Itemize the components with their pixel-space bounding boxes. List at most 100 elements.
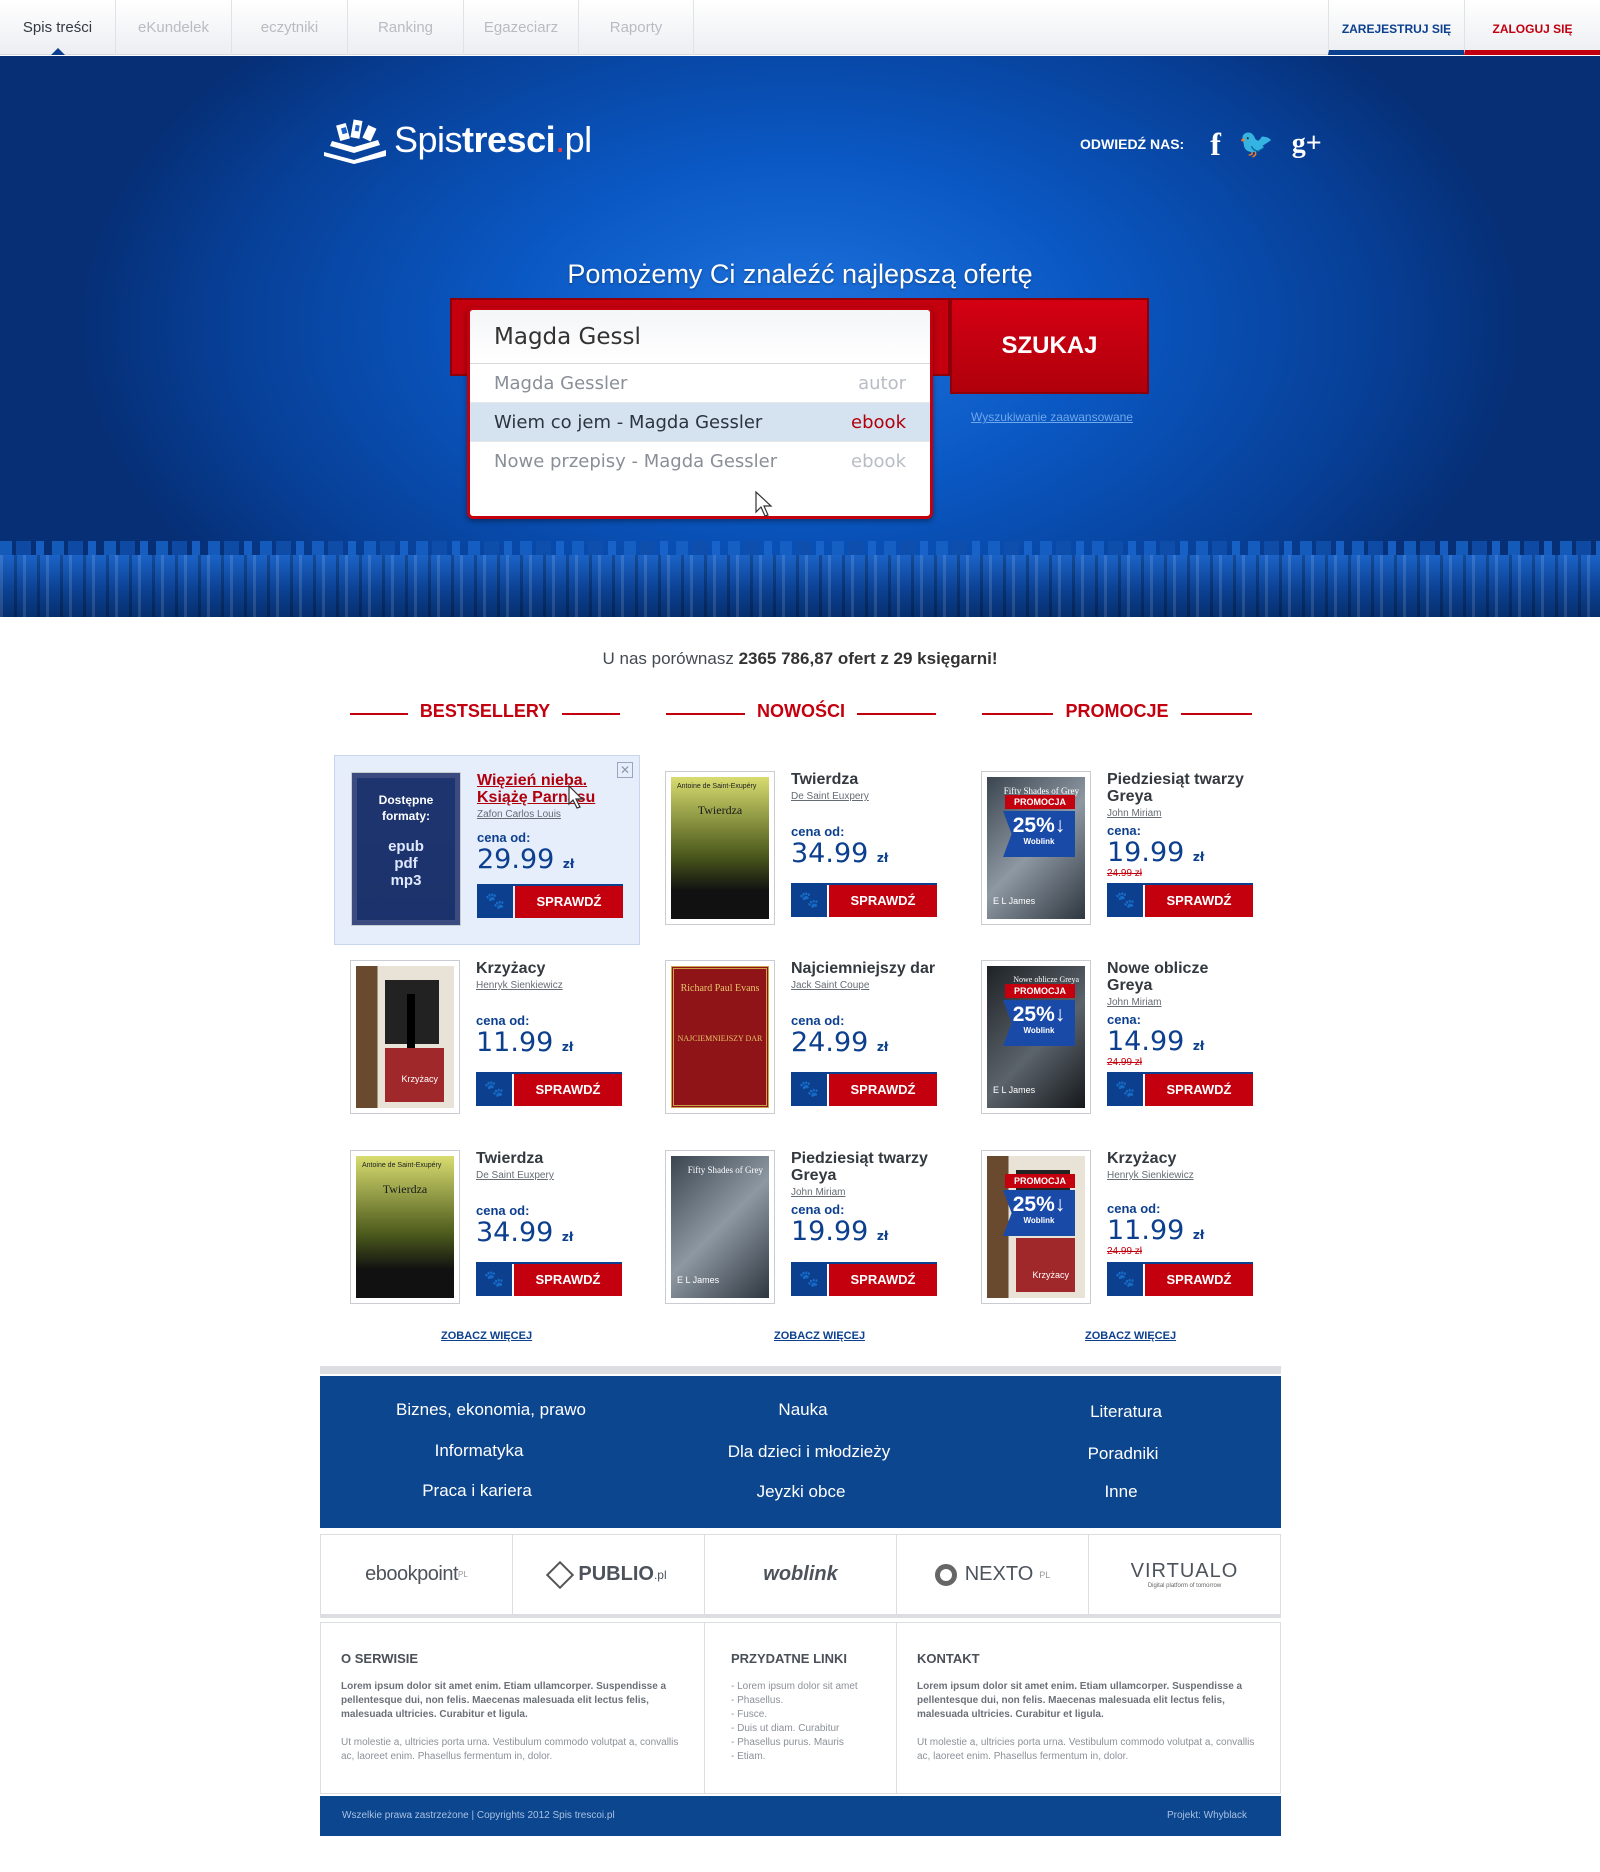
tab-spis-tresci[interactable]: Spis treści xyxy=(0,0,116,55)
check-button[interactable]: SPRAWDŹ xyxy=(515,886,623,918)
search-button[interactable]: SZUKAJ xyxy=(950,298,1149,394)
check-button[interactable]: SPRAWDŹ xyxy=(1145,885,1253,917)
shop-logo-ebookpoint[interactable]: ebookpoint PL xyxy=(321,1535,513,1614)
check-button[interactable]: SPRAWDŹ xyxy=(829,1074,937,1106)
top-navigation: Spis treści eKundelek eczytniki Ranking … xyxy=(0,0,1600,55)
book-author[interactable]: Jack Saint Coupe xyxy=(791,980,939,991)
book-author[interactable]: Zafon Carlos Louis xyxy=(477,809,625,820)
book-title[interactable]: Krzyżacy xyxy=(476,960,624,977)
category-link[interactable]: Praca i kariera xyxy=(327,1481,627,1501)
book-card[interactable]: Antoine de Saint-Exupéry Twierdza Twierd… xyxy=(334,1134,640,1324)
footer-about-text: Ut molestie a, ultricies porta urna. Ves… xyxy=(341,1737,679,1762)
book-author[interactable]: De Saint Euxpery xyxy=(791,791,939,802)
book-title[interactable]: Piedziesiąt twarzy Greya xyxy=(791,1150,939,1184)
paw-icon[interactable]: 🐾 xyxy=(1107,1264,1143,1296)
paw-icon[interactable]: 🐾 xyxy=(476,1074,512,1106)
promo-tag: PROMOCJA xyxy=(1005,1174,1075,1188)
logo-text: Spistresci.pl xyxy=(394,119,592,160)
site-logo[interactable]: Spistresci.pl xyxy=(320,115,592,165)
tab-egazeciarz[interactable]: Egazeciarz xyxy=(464,0,579,55)
see-more-promotions-link[interactable]: ZOBACZ WIĘCEJ xyxy=(1085,1330,1176,1342)
check-button[interactable]: SPRAWDŹ xyxy=(829,1264,937,1296)
suggestion-item[interactable]: Magda Gessler autor xyxy=(470,364,930,403)
tab-ekundelek[interactable]: eKundelek xyxy=(116,0,232,55)
footer-link[interactable]: - Phasellus purus. Mauris xyxy=(731,1736,876,1750)
book-card[interactable]: Nowe oblicze Greya E L James PROMOCJA 25… xyxy=(965,944,1271,1134)
tab-ranking[interactable]: Ranking xyxy=(348,0,464,55)
paw-icon[interactable]: 🐾 xyxy=(791,1264,827,1296)
book-card[interactable]: Fifty Shades of Grey E L James Piedziesi… xyxy=(649,1134,955,1324)
twitter-icon[interactable]: 🐦 xyxy=(1239,128,1274,160)
tab-raporty[interactable]: Raporty xyxy=(579,0,694,55)
book-author[interactable]: De Saint Euxpery xyxy=(476,1170,624,1181)
suggestion-item[interactable]: Nowe przepisy - Magda Gessler ebook xyxy=(470,442,930,481)
paw-icon[interactable]: 🐾 xyxy=(1107,1074,1143,1106)
book-info: Więzień nieba. Książę Parnasu Zafon Carl… xyxy=(477,772,625,879)
facebook-icon[interactable]: f xyxy=(1210,128,1221,160)
check-button-row: 🐾 SPRAWDŹ xyxy=(791,1072,937,1106)
book-card[interactable]: Krzyżacy Krzyżacy Henryk Sienkiewicz cen… xyxy=(334,944,640,1134)
login-button[interactable]: ZALOGUJ SIĘ xyxy=(1464,0,1600,55)
book-author[interactable]: John Miriam xyxy=(1107,808,1255,819)
footer-link[interactable]: - Fusce. xyxy=(731,1708,876,1722)
book-author[interactable]: John Miriam xyxy=(1107,997,1255,1008)
paw-icon[interactable]: 🐾 xyxy=(476,1264,512,1296)
social-links: ODWIEDŹ NAS: f 🐦 g+ xyxy=(1080,128,1340,160)
footer-link[interactable]: - Lorem ipsum dolor sit amet xyxy=(731,1680,876,1694)
footer-link[interactable]: - Etiam. xyxy=(731,1750,876,1764)
tab-eczytniki[interactable]: eczytniki xyxy=(232,0,348,55)
book-author[interactable]: John Miriam xyxy=(791,1187,939,1198)
paw-icon[interactable]: 🐾 xyxy=(477,886,513,918)
book-title[interactable]: Więzień nieba. Książę Parnasu xyxy=(477,772,625,806)
book-info: Piedziesiąt twarzy Greya John Miriam cen… xyxy=(791,1150,939,1251)
footer-link[interactable]: - Phasellus. xyxy=(731,1694,876,1708)
book-title[interactable]: Piedziesiąt twarzy Greya xyxy=(1107,771,1255,805)
see-more-new-link[interactable]: ZOBACZ WIĘCEJ xyxy=(774,1330,865,1342)
shop-logo-publio[interactable]: PUBLIO .pl xyxy=(513,1535,705,1614)
check-button[interactable]: SPRAWDŹ xyxy=(514,1074,622,1106)
category-link[interactable]: Dla dzieci i młodzieży xyxy=(659,1442,959,1462)
book-title[interactable]: Twierdza xyxy=(791,771,939,788)
book-author[interactable]: Henryk Sienkiewicz xyxy=(476,980,624,991)
category-link[interactable]: Biznes, ekonomia, prawo xyxy=(341,1400,641,1420)
category-link[interactable]: Inne xyxy=(971,1482,1271,1502)
check-button[interactable]: SPRAWDŹ xyxy=(1145,1074,1253,1106)
book-card[interactable]: Antoine de Saint-Exupéry Twierdza Twierd… xyxy=(649,755,955,945)
google-plus-icon[interactable]: g+ xyxy=(1292,128,1322,160)
book-card[interactable]: Richard Paul Evans NAJCIEMNIEJSZY DAR Na… xyxy=(649,944,955,1134)
footer-contact-title: KONTAKT xyxy=(917,1651,980,1666)
category-link[interactable]: Nauka xyxy=(653,1400,953,1420)
mouse-cursor-icon xyxy=(568,784,584,809)
register-button[interactable]: ZAREJESTRUJ SIĘ xyxy=(1328,0,1464,55)
paw-icon[interactable]: 🐾 xyxy=(791,1074,827,1106)
paw-icon[interactable]: 🐾 xyxy=(1107,885,1143,917)
book-card[interactable]: ✕ Dostępne formaty: epub pdf mp3 Więzień n… xyxy=(334,755,640,945)
price-label: cena od: xyxy=(476,1203,530,1218)
check-button[interactable]: SPRAWDŹ xyxy=(514,1264,622,1296)
category-link[interactable]: Literatura xyxy=(976,1402,1276,1422)
book-title[interactable]: Najciemniejszy dar xyxy=(791,960,939,977)
category-link[interactable]: Informatyka xyxy=(329,1441,629,1461)
design-credit[interactable]: Projekt: Whyblack xyxy=(1167,1810,1247,1821)
suggestion-item-highlighted[interactable]: Wiem co jem - Magda Gessler ebook xyxy=(470,403,930,442)
check-button[interactable]: SPRAWDŹ xyxy=(829,885,937,917)
book-card[interactable]: Krzyżacy PROMOCJA 25%↓ Woblink Krzyżacy H… xyxy=(965,1134,1271,1324)
check-button[interactable]: SPRAWDŹ xyxy=(1145,1264,1253,1296)
footer-link[interactable]: - Duis ut diam. Curabitur xyxy=(731,1722,876,1736)
see-more-bestsellers-link[interactable]: ZOBACZ WIĘCEJ xyxy=(441,1330,532,1342)
book-info: Piedziesiąt twarzy Greya John Miriam cen… xyxy=(1107,771,1255,879)
book-title[interactable]: Krzyżacy xyxy=(1107,1150,1255,1167)
category-link[interactable]: Poradniki xyxy=(973,1444,1273,1464)
paw-icon[interactable]: 🐾 xyxy=(791,885,827,917)
book-author[interactable]: Henryk Sienkiewicz xyxy=(1107,1170,1255,1181)
book-title[interactable]: Nowe oblicze Greya xyxy=(1107,960,1255,994)
shop-logo-woblink[interactable]: woblink xyxy=(705,1535,897,1614)
shop-logo-nexto[interactable]: NEXTO PL xyxy=(897,1535,1089,1614)
book-card[interactable]: Fifty Shades of Grey E L James PROMOCJA … xyxy=(965,755,1271,945)
advanced-search-link[interactable]: Wyszukiwanie zaawansowane xyxy=(971,410,1133,424)
book-title[interactable]: Twierdza xyxy=(476,1150,624,1167)
search-input[interactable] xyxy=(470,310,930,364)
shop-logo-virtualo[interactable]: VIRTUALO Digital platform of tomorrow xyxy=(1089,1535,1280,1614)
book-cover: Antoine de Saint-Exupéry Twierdza xyxy=(665,771,775,925)
category-link[interactable]: Jeyzki obce xyxy=(651,1482,951,1502)
